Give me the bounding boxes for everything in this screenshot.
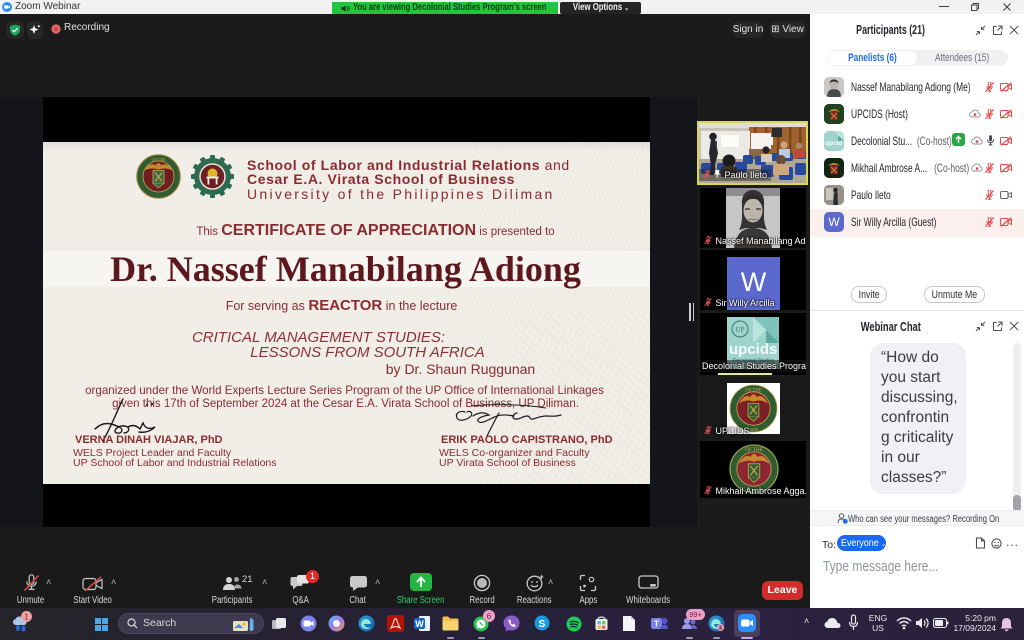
svg-text:OF THE: OF THE [152,157,166,162]
svg-text:OF THE: OF THE [745,447,763,453]
svg-text:S: S [539,619,546,630]
svg-text:W: W [415,619,424,629]
svg-text:1908: 1908 [749,427,759,432]
svg-text:OF THE: OF THE [745,388,762,393]
svg-text:1: 1 [24,613,29,622]
svg-text:T: T [654,620,659,629]
svg-text:upcid: upcid [825,140,842,147]
svg-text:UP: UP [736,326,745,334]
svg-text:upcids: upcids [729,341,777,358]
